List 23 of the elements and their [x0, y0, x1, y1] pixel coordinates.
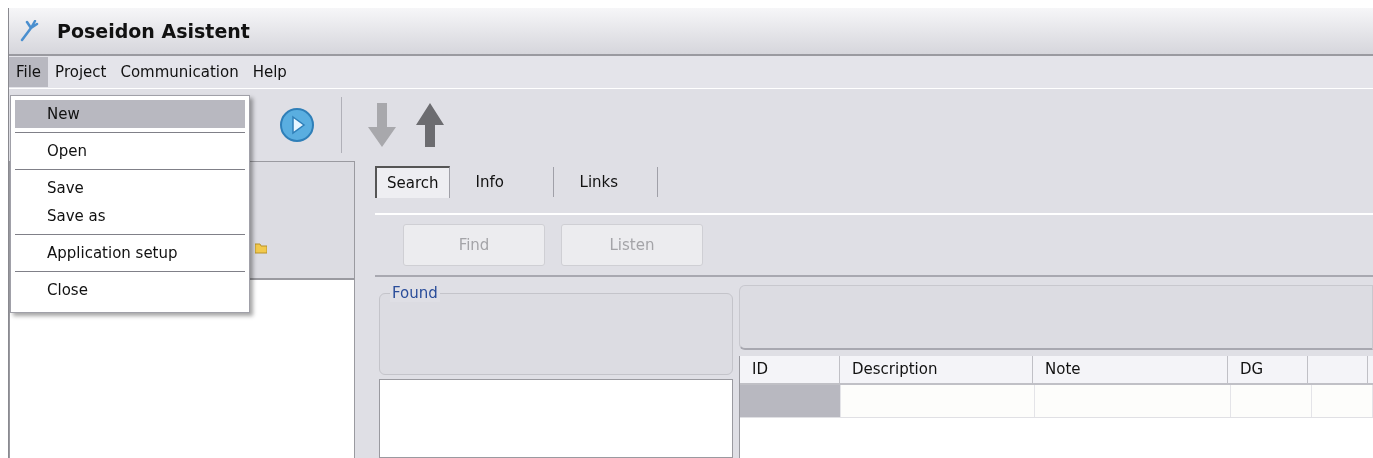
tab[interactable]: Search	[375, 166, 450, 198]
up-arrow-icon[interactable]	[416, 103, 444, 147]
column-header[interactable]: Description	[840, 356, 1033, 383]
menu-entry[interactable]: Open	[15, 137, 245, 165]
tab[interactable]: Links	[569, 167, 658, 197]
window-title: Poseidon Asistent	[57, 20, 250, 42]
down-arrow-icon[interactable]	[368, 103, 396, 147]
trident-icon	[19, 20, 39, 42]
menu-entry[interactable]: Close	[15, 276, 245, 304]
column-header[interactable]: DG	[1228, 356, 1308, 383]
menu-item[interactable]: Help	[245, 57, 294, 87]
column-header[interactable]: Note	[1033, 356, 1228, 383]
menu-item[interactable]: Project	[48, 57, 114, 87]
folder-icon[interactable]	[255, 242, 267, 254]
menu-item[interactable]: File	[9, 57, 49, 87]
menu-entry[interactable]: New	[15, 100, 245, 128]
menu-item[interactable]: Communication	[113, 57, 246, 87]
menu-entry[interactable]: Application setup	[15, 239, 245, 267]
play-icon[interactable]	[279, 107, 315, 143]
tab[interactable]: Info	[465, 167, 554, 197]
column-header[interactable]: ID	[740, 356, 840, 383]
menu-entry[interactable]: Save	[15, 174, 245, 202]
menu-entry[interactable]: Save as	[15, 202, 245, 230]
